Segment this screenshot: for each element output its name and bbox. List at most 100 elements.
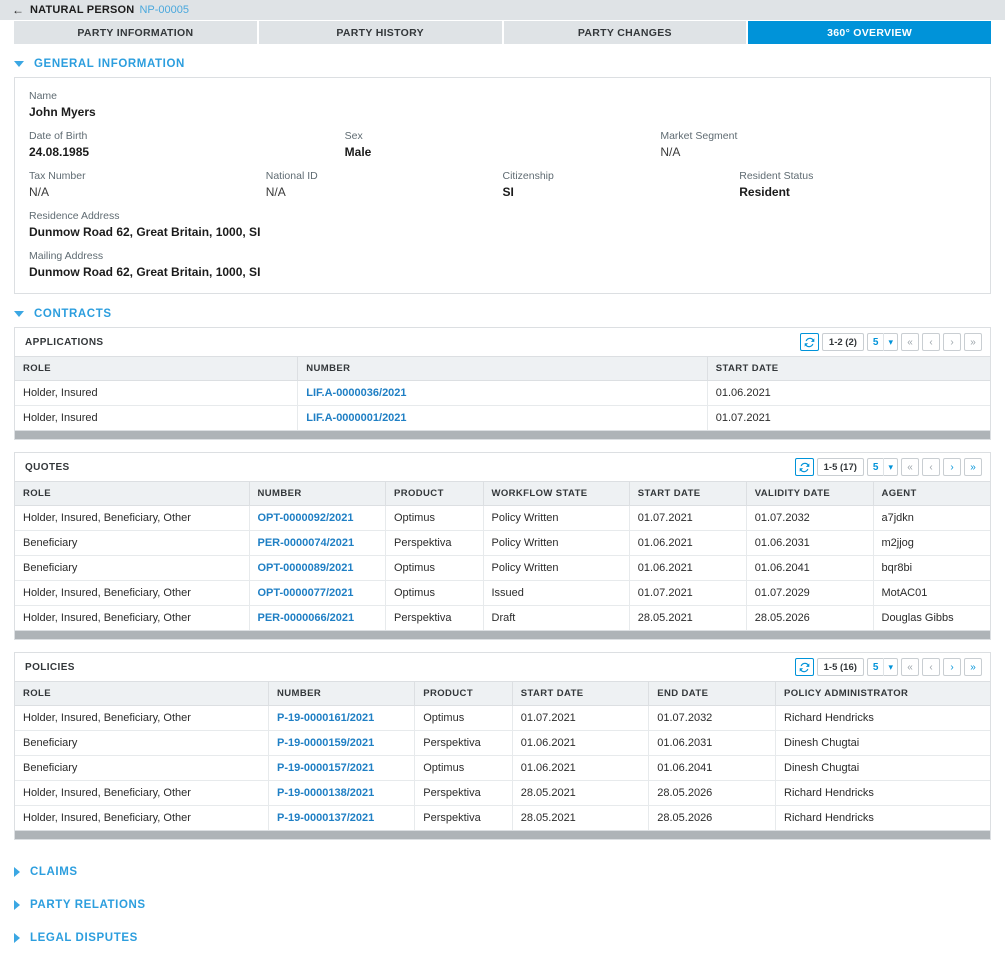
table-title: POLICIES — [25, 661, 75, 673]
section-header-party-relations[interactable]: PARTY RELATIONS — [0, 885, 1005, 918]
column-header[interactable]: ROLE — [15, 481, 250, 506]
next-page-button[interactable]: › — [943, 658, 961, 676]
column-header[interactable]: NUMBER — [297, 356, 708, 381]
column-header[interactable]: START DATE — [629, 481, 747, 506]
tab-party-changes[interactable]: PARTY CHANGES — [503, 21, 747, 44]
cell-link[interactable]: LIF.A-0000001/2021 — [297, 405, 708, 430]
cell-link[interactable]: P-19-0000157/2021 — [268, 755, 416, 781]
record-id-link[interactable]: NP-00005 — [139, 4, 189, 16]
chevron-down-icon[interactable]: ▾ — [884, 462, 897, 473]
tab-360-overview[interactable]: 360° OVERVIEW — [748, 21, 991, 44]
section-title-general-information: GENERAL INFORMATION — [34, 58, 185, 70]
column-header[interactable]: ROLE — [15, 356, 299, 381]
cell-link[interactable]: P-19-0000161/2021 — [268, 705, 416, 731]
section-header-general-information[interactable]: GENERAL INFORMATION — [0, 44, 1005, 77]
field-row: Name John Myers — [29, 90, 976, 119]
cell-link[interactable]: OPT-0000077/2021 — [249, 580, 386, 606]
cell-link[interactable]: OPT-0000092/2021 — [249, 505, 386, 531]
tab-party-history[interactable]: PARTY HISTORY — [258, 21, 502, 44]
section-header-contracts[interactable]: CONTRACTS — [0, 294, 1005, 327]
table-row[interactable]: Holder, Insured, Beneficiary, Other PER-0… — [15, 605, 990, 630]
table-row[interactable]: Holder, Insured, Beneficiary, Other P-19-… — [15, 805, 990, 830]
field-value: John Myers — [29, 105, 96, 119]
table-cell: 01.06.2021 — [629, 555, 747, 581]
chevron-down-icon — [14, 61, 24, 67]
table-cell: Issued — [483, 580, 630, 606]
column-header[interactable]: WORKFLOW STATE — [483, 481, 630, 506]
column-header[interactable]: VALIDITY DATE — [746, 481, 874, 506]
collapsed-sections: CLAIMS PARTY RELATIONS LEGAL DISPUTES — [0, 852, 1005, 951]
column-header[interactable]: NUMBER — [249, 481, 386, 506]
chevron-right-icon — [14, 867, 20, 877]
table-toolbar: QUOTES 1-5 (17) 5 ▾ «‹ ›» — [15, 453, 990, 481]
table-cell: 01.07.2032 — [746, 505, 874, 531]
table-row[interactable]: Holder, Insured, Beneficiary, Other OPT-0… — [15, 505, 990, 531]
table-cell: Holder, Insured, Beneficiary, Other — [15, 505, 250, 531]
next-page-button[interactable]: › — [943, 458, 961, 476]
last-page-button[interactable]: » — [964, 658, 982, 676]
table-cell: 01.06.2021 — [512, 755, 650, 781]
last-page-button[interactable]: » — [964, 458, 982, 476]
table-row[interactable]: Holder, Insured, Beneficiary, Other P-19-… — [15, 705, 990, 731]
prev-page-button: ‹ — [922, 333, 940, 351]
table-row[interactable]: Beneficiary PER-0000074/2021 Perspektiva Po… — [15, 530, 990, 556]
table-row[interactable]: Beneficiary P-19-0000157/2021 Optimus 01.06… — [15, 755, 990, 781]
chevron-down-icon[interactable]: ▾ — [884, 337, 897, 348]
cell-link[interactable]: P-19-0000138/2021 — [268, 780, 416, 806]
horizontal-scrollbar[interactable] — [15, 630, 990, 639]
section-header-claims[interactable]: CLAIMS — [0, 852, 1005, 885]
table-row[interactable]: Holder, Insured LIF.A-0000036/2021 01.06.2… — [15, 380, 990, 406]
tab-party-information[interactable]: PARTY INFORMATION — [14, 21, 257, 44]
page-title: NATURAL PERSON — [30, 4, 135, 16]
column-header[interactable]: PRODUCT — [385, 481, 484, 506]
table-row[interactable]: Holder, Insured, Beneficiary, Other P-19-… — [15, 780, 990, 806]
page-size-select[interactable]: 5 ▾ — [866, 333, 898, 351]
refresh-icon[interactable] — [794, 658, 814, 676]
pagination-range: 1-5 (17) — [816, 458, 864, 476]
table-cell: 01.07.2021 — [629, 580, 747, 606]
table-row[interactable]: Beneficiary OPT-0000089/2021 Optimus Policy… — [15, 555, 990, 581]
table-cell: Holder, Insured, Beneficiary, Other — [15, 580, 250, 606]
refresh-icon[interactable] — [799, 333, 819, 351]
field-sex: Sex Male — [345, 130, 661, 159]
horizontal-scrollbar[interactable] — [15, 830, 990, 839]
table-row[interactable]: Beneficiary P-19-0000159/2021 Perspektiva 0… — [15, 730, 990, 756]
cell-link[interactable]: P-19-0000159/2021 — [268, 730, 416, 756]
column-header[interactable]: POLICY ADMINISTRATOR — [775, 681, 990, 706]
cell-link[interactable]: PER-0000074/2021 — [249, 530, 386, 556]
table-row[interactable]: Holder, Insured, Beneficiary, Other OPT-0… — [15, 580, 990, 606]
cell-link[interactable]: PER-0000066/2021 — [249, 605, 386, 630]
tab-bar: PARTY INFORMATION PARTY HISTORY PARTY CHAN… — [0, 21, 1005, 44]
refresh-icon[interactable] — [794, 458, 814, 476]
column-header[interactable]: START DATE — [707, 356, 990, 381]
table-cell: 28.05.2021 — [512, 805, 650, 830]
column-header[interactable]: NUMBER — [268, 681, 416, 706]
table-cell: 01.06.2021 — [629, 530, 747, 556]
column-header[interactable]: END DATE — [648, 681, 776, 706]
table-cell: 28.05.2026 — [648, 805, 776, 830]
cell-link[interactable]: OPT-0000089/2021 — [249, 555, 386, 581]
chevron-down-icon[interactable]: ▾ — [884, 662, 897, 673]
table-cell: Perspektiva — [414, 805, 513, 830]
table-title: APPLICATIONS — [25, 336, 104, 348]
table-cell: Dinesh Chugtai — [775, 730, 990, 756]
column-header[interactable]: ROLE — [15, 681, 269, 706]
column-header[interactable]: AGENT — [873, 481, 990, 506]
cell-link[interactable]: LIF.A-0000036/2021 — [297, 380, 708, 406]
tab-label: PARTY HISTORY — [336, 26, 424, 39]
column-header[interactable]: START DATE — [512, 681, 650, 706]
page-size-select[interactable]: 5 ▾ — [866, 658, 898, 676]
page-size-select[interactable]: 5 ▾ — [866, 458, 898, 476]
field-value: Male — [344, 145, 372, 159]
column-header[interactable]: PRODUCT — [414, 681, 513, 706]
cell-link[interactable]: P-19-0000137/2021 — [268, 805, 416, 830]
table-cell: MotAC01 — [873, 580, 990, 606]
arrow-left-icon[interactable]: ← — [12, 4, 24, 16]
horizontal-scrollbar[interactable] — [15, 430, 990, 439]
table-row[interactable]: Holder, Insured LIF.A-0000001/2021 01.07.2… — [15, 405, 990, 430]
section-header-legal-disputes[interactable]: LEGAL DISPUTES — [0, 918, 1005, 951]
table-cell: m2jjog — [873, 530, 990, 556]
table-cell: Policy Written — [483, 530, 630, 556]
table-cell: Perspektiva — [385, 605, 484, 630]
table-toolbar: APPLICATIONS 1-2 (2) 5 ▾ «‹ ›» — [15, 328, 990, 356]
